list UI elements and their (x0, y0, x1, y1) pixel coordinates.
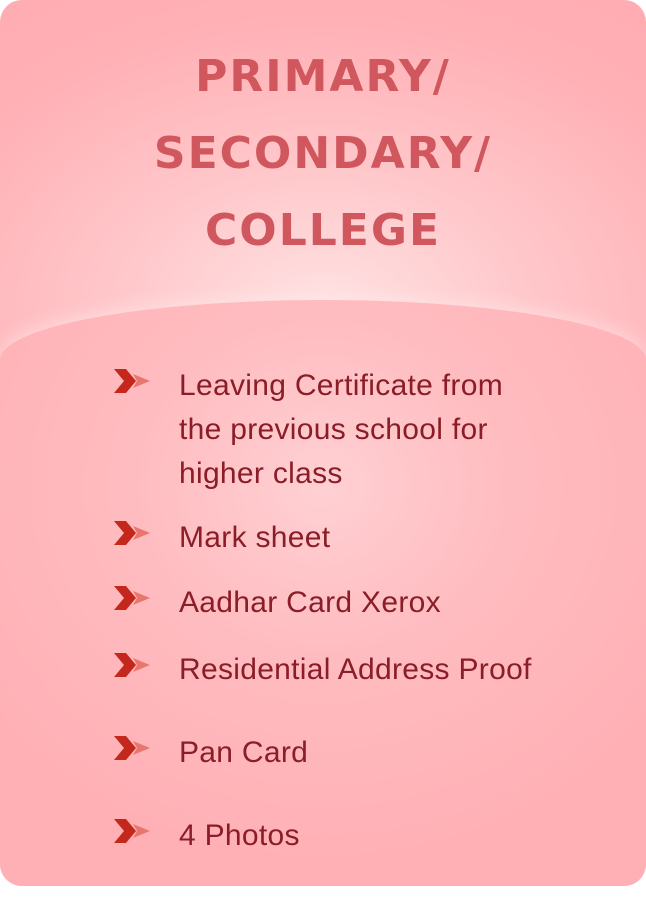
double-chevron-right-icon (114, 586, 150, 610)
list-item: Leaving Certificate from the previous sc… (112, 364, 612, 496)
list-item: 4 Photos (112, 814, 612, 858)
list-item: Aadhar Card Xerox (112, 581, 612, 625)
list-item: Residential Address Proof (112, 648, 612, 692)
title-line-3: COLLEGE (205, 205, 441, 256)
list-item-label: 4 Photos (179, 819, 300, 852)
list-item-label: Mark sheet (179, 521, 331, 554)
document-card: PRIMARY/ SECONDARY/ COLLEGE Leaving Cert… (0, 0, 646, 886)
double-chevron-right-icon (114, 653, 150, 677)
double-chevron-right-icon (114, 819, 150, 843)
card-title: PRIMARY/ SECONDARY/ COLLEGE (0, 38, 646, 269)
title-line-2: SECONDARY/ (153, 128, 493, 179)
title-line-1: PRIMARY/ (195, 51, 451, 102)
list-item: Pan Card (112, 731, 612, 775)
label-line-2: the previous school for (179, 413, 488, 446)
list-item-label: Leaving Certificate from the previous sc… (179, 364, 503, 496)
list-item: Mark sheet (112, 516, 612, 560)
double-chevron-right-icon (114, 369, 150, 393)
list-item-label: Aadhar Card Xerox (179, 586, 441, 619)
label-line-3: higher class (179, 457, 343, 490)
list-item-label: Residential Address Proof (179, 653, 532, 686)
double-chevron-right-icon (114, 736, 150, 760)
double-chevron-right-icon (114, 521, 150, 545)
list-item-label: Pan Card (179, 736, 309, 769)
label-line-1: Leaving Certificate from (179, 369, 504, 402)
